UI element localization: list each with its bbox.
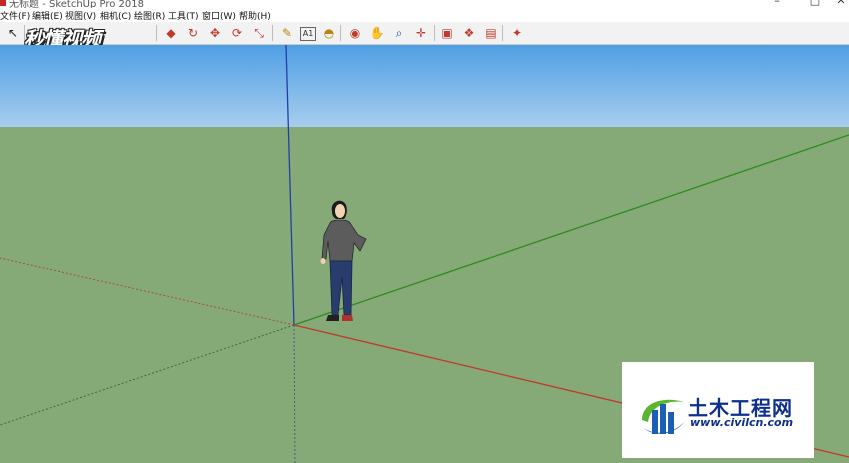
civilcn-logo-url: www.civilcn.com [690,416,794,429]
warehouse-icon: ▣ [441,26,453,40]
menu-edit[interactable]: 编辑(E) [32,9,63,22]
figure-face [335,204,345,218]
main-toolbar: ↖ ◆ ↻ ✥ ⟳ ⤡ ✎ A1 ◓ ◉ ✋ ⌕ ✛ ▣ ❖ ▤ ✦ [0,22,849,45]
menu-help[interactable]: 帮助(H) [239,9,271,22]
pan-icon: ✋ [369,26,385,40]
maximize-button[interactable]: □ [808,0,822,7]
push-pull-tool-button[interactable]: ◆ [162,24,180,42]
text-icon: A1 [302,29,314,38]
menu-draw[interactable]: 绘图(R) [134,9,165,22]
menu-camera[interactable]: 相机(C) [100,9,131,22]
share-model-icon: ▤ [485,26,497,40]
toolbar-divider [156,25,157,41]
tape-measure-tool-button[interactable]: ✎ [278,24,296,42]
menu-file[interactable]: 文件(F) [0,9,30,22]
scale-tool-button[interactable]: ⤡ [250,24,268,42]
menu-tools[interactable]: 工具(T) [168,9,199,22]
select-icon: ↖ [7,26,19,40]
menu-window[interactable]: 窗口(W) [202,9,236,22]
share-model-tool-button[interactable]: ▤ [482,24,500,42]
green-axis-negative [0,324,295,426]
window-title: 无标题 - SketchUp Pro 2018 [9,0,144,8]
scale-icon: ⤡ [254,26,264,40]
follow-me-icon: ↻ [187,26,199,40]
rotate-icon: ⟳ [231,26,243,40]
civilcn-logo-icon [642,399,684,434]
scale-figure-person[interactable] [318,197,378,329]
red-axis-negative [0,257,295,326]
minimize-button[interactable]: – [770,0,784,7]
select-tool-button[interactable]: ↖ [4,24,22,42]
move-icon: ✥ [209,26,221,40]
warehouse-tool-button[interactable]: ▣ [438,24,456,42]
blue-axis-negative [293,324,296,463]
zoom-icon: ⌕ [395,26,403,40]
figure-hand [320,258,326,264]
figure-jeans [329,260,353,316]
toolbar-divider [272,25,273,41]
orbit-icon: ◉ [349,26,361,40]
menu-view[interactable]: 视图(V) [65,9,96,22]
follow-me-tool-button[interactable]: ↻ [184,24,202,42]
extension-warehouse-tool-button[interactable]: ✦ [508,24,526,42]
title-bar: 无标题 - SketchUp Pro 2018 – □ ✕ [0,0,849,8]
close-button[interactable]: ✕ [834,0,848,7]
components-icon: ❖ [463,26,475,40]
move-tool-button[interactable]: ✥ [206,24,224,42]
zoom-extents-icon: ✛ [415,26,427,40]
zoom-tool-button[interactable]: ⌕ [390,24,408,42]
figure-hoodie [321,219,367,262]
paint-bucket-tool-button[interactable]: ◓ [320,24,338,42]
sketchup-app-icon [0,0,6,6]
paint-bucket-icon: ◓ [323,26,335,40]
blue-axis-positive [285,45,295,326]
toolbar-divider [434,25,435,41]
tape-measure-icon: ✎ [281,26,293,40]
rotate-tool-button[interactable]: ⟳ [228,24,246,42]
figure-left-shoe [326,315,339,321]
components-tool-button[interactable]: ❖ [460,24,478,42]
pan-tool-button[interactable]: ✋ [368,24,386,42]
text-tool-button[interactable]: A1 [300,27,316,41]
extension-warehouse-icon: ✦ [511,26,523,40]
menu-bar: 文件(F) 编辑(E) 视图(V) 相机(C) 绘图(R) 工具(T) 窗口(W… [0,8,849,22]
orbit-tool-button[interactable]: ◉ [346,24,364,42]
push-pull-icon: ◆ [166,26,176,40]
toolbar-divider [502,25,503,41]
toolbar-divider [340,25,341,41]
figure-right-shoe [342,315,353,321]
civilcn-logo-badge: 土木工程网 www.civilcn.com [622,362,814,458]
zoom-extents-tool-button[interactable]: ✛ [412,24,430,42]
